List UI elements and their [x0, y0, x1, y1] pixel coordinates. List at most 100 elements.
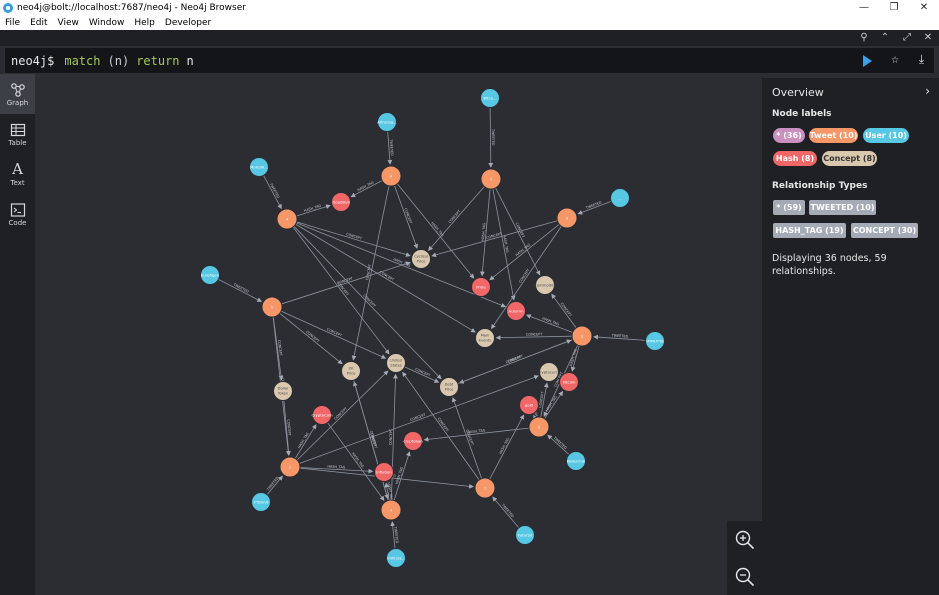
pin-icon[interactable]: ⚲	[857, 32, 871, 44]
graph-node-tweet[interactable]: 1	[261, 296, 283, 318]
graph-node-hash[interactable]: gold	[519, 395, 539, 415]
relationship-edge[interactable]	[488, 107, 494, 168]
relationship-edge[interactable]	[489, 414, 524, 480]
node-label-concept-pill[interactable]: Concept (8)	[822, 151, 877, 166]
chevron-right-icon[interactable]: ›	[925, 84, 930, 98]
graph-node-tweet[interactable]: 1	[571, 325, 593, 347]
graph-node-concept[interactable]: DollarToken	[273, 381, 293, 401]
relationship-edge[interactable]	[280, 310, 387, 359]
graph-node-concept[interactable]: MainEvents	[475, 328, 495, 348]
relationship-edge[interactable]	[296, 222, 507, 308]
graph-icon	[10, 83, 25, 97]
graph-node-tweet[interactable]: 2	[528, 416, 550, 438]
relationship-edge[interactable]	[492, 188, 516, 301]
node-label-hash-pill[interactable]: Hash (8)	[773, 151, 817, 166]
close-button[interactable]: ✕	[909, 0, 939, 15]
view-text-button[interactable]: A Text	[0, 154, 35, 194]
node-label-all-pill[interactable]: * (36)	[773, 128, 805, 143]
node-labels-heading: Node labels	[772, 109, 832, 119]
favorite-star-icon[interactable]: ☆	[891, 52, 899, 67]
graph-svg[interactable]: TWEETEDTWEETEDTWEETEDTWEETEDTWEETEDTWEET…	[35, 74, 762, 595]
relationship-label: CONCEPT	[337, 276, 355, 285]
graph-node-tweet[interactable]: 4	[380, 499, 402, 521]
code-icon	[10, 203, 25, 217]
menu-file[interactable]: File	[0, 18, 25, 28]
graph-node-user[interactable]: Bitco...	[480, 88, 500, 108]
graph-node-hash[interactable]: Autumn	[506, 301, 526, 321]
cypher-return-variable: n	[186, 53, 194, 68]
run-query-icon[interactable]	[863, 55, 872, 67]
relationship-edge[interactable]	[218, 279, 263, 302]
graph-node-user[interactable]: Kellerchai	[566, 451, 586, 471]
graph-node-hash[interactable]: Pride	[471, 277, 491, 297]
graph-node-user[interactable]: ...	[610, 188, 630, 208]
relationship-edge[interactable]	[295, 223, 476, 333]
graph-canvas[interactable]: TWEETED TWEETED TWEETED TWEETED TWEETED TWEET…	[35, 74, 762, 595]
query-editor[interactable]: neo4j$ match (n) return n ☆ ⤓	[4, 47, 935, 74]
graph-node-hash[interactable]: GoodBull	[331, 192, 351, 212]
maximize-button[interactable]: ❐	[879, 0, 909, 15]
minimize-button[interactable]: —	[849, 0, 879, 15]
graph-node-user[interactable]: Altruista...	[377, 112, 397, 132]
relationship-edge[interactable]	[279, 312, 343, 365]
relationship-edge[interactable]	[327, 422, 385, 501]
relationship-edge[interactable]	[428, 186, 485, 251]
view-table-button[interactable]: Table	[0, 114, 35, 154]
graph-node-user[interactable]: FuturSo	[515, 525, 535, 545]
graph-node-tweet[interactable]: 4	[276, 208, 298, 230]
relationship-edge[interactable]	[294, 424, 317, 459]
node-label-tweet-pill[interactable]: Tweet (10)	[809, 128, 858, 143]
download-icon[interactable]: ⤓	[919, 52, 924, 67]
graph-node-user[interactable]: EuroAgen	[200, 265, 220, 285]
relationship-edge[interactable]	[281, 261, 411, 305]
graph-node-hash[interactable]: Inflation	[374, 462, 394, 482]
graph-node-user[interactable]: Mufe90...	[249, 157, 269, 177]
graph-node-user[interactable]: Infiltrat...	[386, 548, 406, 568]
graph-node-tweet[interactable]: 4	[380, 165, 402, 187]
graph-node-hash[interactable]: CryptoCoin	[311, 405, 333, 425]
relationship-edge[interactable]	[495, 187, 541, 276]
menu-edit[interactable]: Edit	[25, 18, 52, 28]
collapse-icon[interactable]: ⌃	[878, 32, 892, 44]
menu-developer[interactable]: Developer	[160, 18, 216, 28]
nodes-layer: 4 1 4 9 1 1 1 4 1 2 Bitco... Altruista... Mufe90....…	[200, 88, 665, 568]
menu-view[interactable]: View	[53, 18, 84, 28]
rel-type-hash-tag-pill[interactable]: HASH_TAG (19)	[773, 223, 846, 238]
graph-node-hash[interactable]: bitcoin	[559, 372, 579, 392]
relationship-edge[interactable]	[431, 220, 558, 258]
graph-node-concept[interactable]: DebtPrice	[439, 377, 459, 397]
relationship-edge[interactable]	[293, 225, 442, 380]
zoom-out-button[interactable]	[727, 558, 762, 595]
graph-node-tweet[interactable]: 1	[480, 168, 502, 190]
relationship-edge[interactable]	[451, 397, 483, 479]
close-frame-icon[interactable]: ✕	[921, 32, 935, 44]
graph-node-hash[interactable]: cryptoban	[403, 431, 423, 451]
fullscreen-icon[interactable]: ⤢	[900, 32, 914, 44]
view-graph-button[interactable]: Graph	[0, 74, 35, 114]
graph-node-concept[interactable]: OilPrice	[341, 361, 361, 381]
cypher-keyword-return: return	[136, 53, 180, 68]
graph-node-user[interactable]: IMMUTTA	[645, 331, 665, 351]
relationship-edge[interactable]	[526, 314, 573, 333]
graph-node-concept[interactable]: CyclicalPrice	[411, 249, 431, 269]
graph-node-tweet[interactable]: 1	[279, 456, 301, 478]
zoom-in-button[interactable]	[727, 521, 762, 558]
relationship-edge[interactable]	[492, 496, 520, 529]
relationship-edge[interactable]	[296, 221, 411, 257]
rel-type-tweeted-pill[interactable]: TWEETED (10)	[809, 200, 876, 215]
node-caption: cryptoban	[403, 439, 423, 444]
node-label-user-pill[interactable]: User (10)	[863, 128, 909, 143]
graph-node-user[interactable]: FTBimit	[251, 492, 271, 512]
graph-node-tweet[interactable]: 9	[556, 207, 578, 229]
menu-help[interactable]: Help	[129, 18, 160, 28]
view-code-button[interactable]: Code	[0, 194, 35, 234]
menu-window[interactable]: Window	[84, 18, 130, 28]
relationship-edge[interactable]	[394, 185, 418, 249]
graph-node-concept[interactable]: Commodity	[534, 275, 557, 295]
graph-node-tweet[interactable]: 1	[474, 477, 496, 499]
node-caption: FuturSo	[518, 533, 533, 538]
relationship-label: CONCEPT	[560, 302, 573, 318]
rel-type-concept-pill[interactable]: CONCEPT (30)	[851, 223, 918, 238]
graph-node-concept[interactable]: UnitedStates	[386, 353, 406, 373]
rel-type-all-pill[interactable]: * (59)	[773, 200, 805, 215]
